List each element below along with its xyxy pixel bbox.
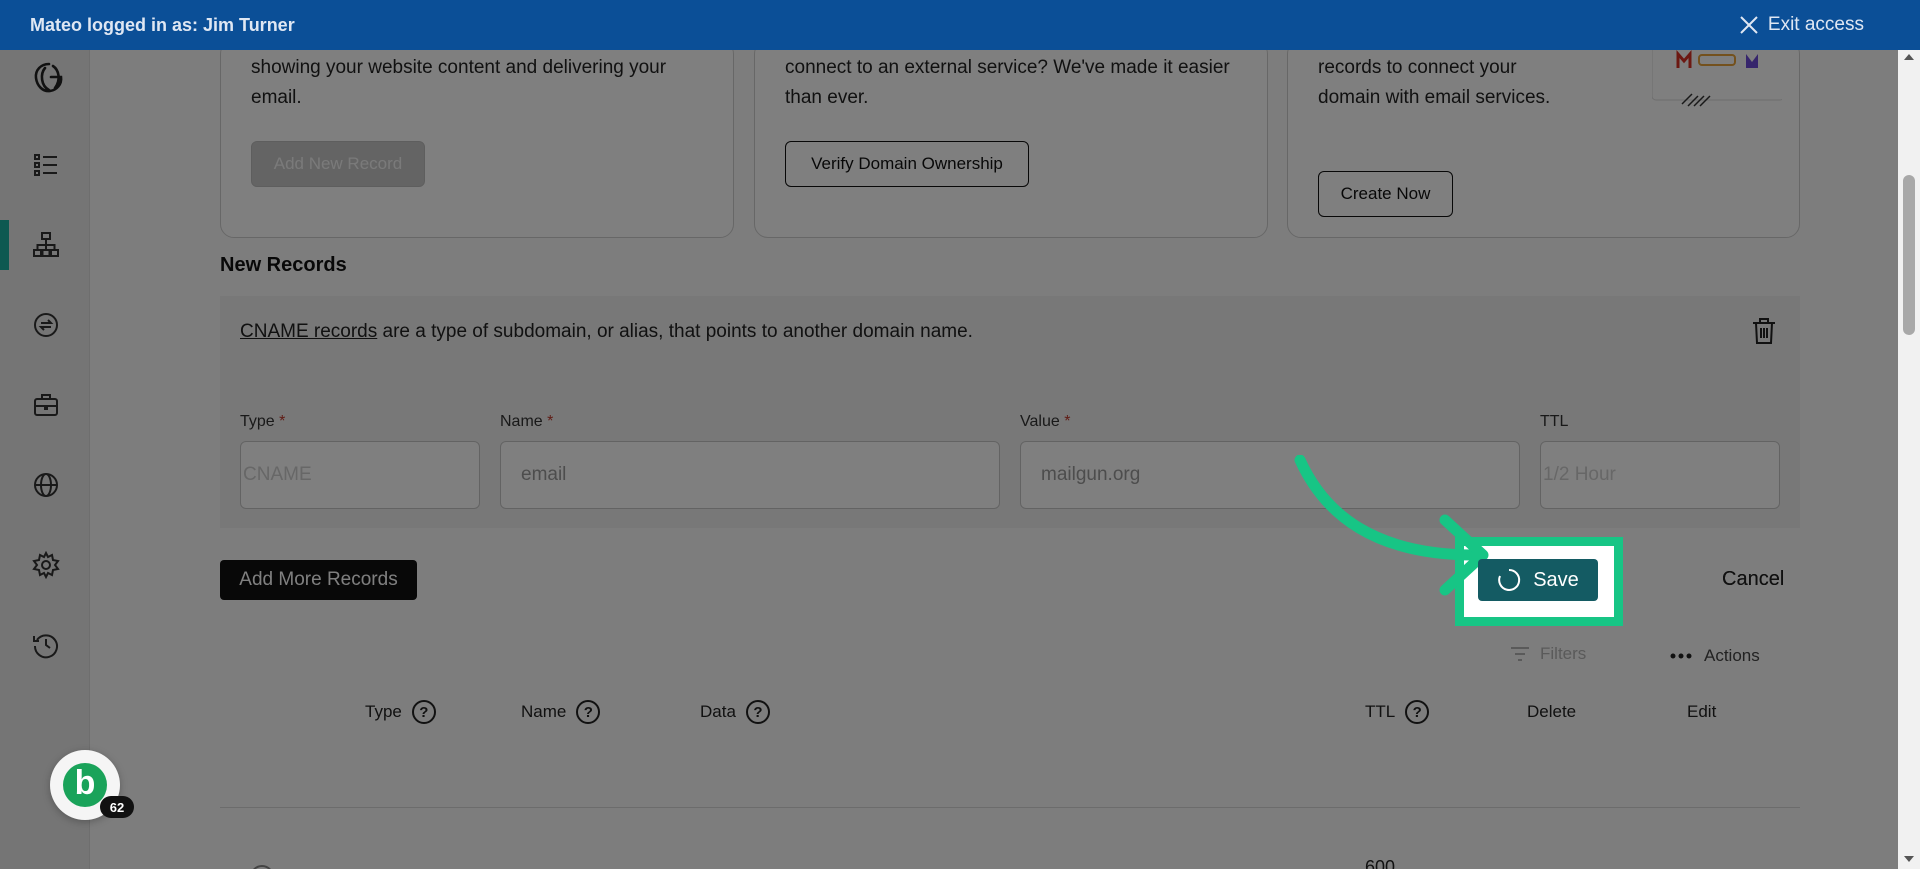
add-new-record-button[interactable]: Add New Record [251, 141, 425, 187]
nav-globe-icon[interactable] [31, 470, 61, 500]
column-name: Name? [521, 700, 601, 724]
add-record-card: showing your website content and deliver… [220, 40, 734, 238]
filter-icon [1511, 647, 1529, 661]
trash-icon[interactable] [1750, 316, 1778, 346]
column-type: Type? [365, 700, 436, 724]
record-description-text: are a type of subdomain, or alias, that … [377, 321, 973, 342]
verify-domain-ownership-button[interactable]: Verify Domain Ownership [785, 141, 1029, 187]
nav-active-indicator [0, 220, 9, 270]
scroll-thumb[interactable] [1903, 175, 1915, 335]
new-records-heading: New Records [220, 254, 347, 276]
impersonation-banner: Mateo logged in as: Jim Turner Exit acce… [0, 0, 1920, 50]
chat-bubble-letter: b [63, 763, 107, 807]
save-button[interactable]: Save [1478, 559, 1598, 601]
help-icon[interactable]: ? [745, 700, 770, 724]
logged-in-as-text: Mateo logged in as: Jim Turner [30, 14, 295, 35]
actions-menu-button[interactable]: Actions [1670, 646, 1760, 666]
email-providers-illustration [1652, 40, 1782, 107]
page-scrollbar[interactable] [1898, 50, 1920, 869]
verify-domain-card: connect to an external service? We've ma… [754, 40, 1268, 238]
card-description: records to connect your domain with emai… [1318, 57, 1551, 108]
filters-label: Filters [1540, 644, 1587, 663]
column-data: Data? [700, 700, 770, 724]
save-label: Save [1533, 568, 1579, 591]
nav-settings-gear-icon[interactable] [31, 550, 61, 580]
type-label: Type * [240, 413, 286, 430]
column-delete: Delete [1527, 702, 1577, 721]
scroll-up-arrow-icon[interactable] [1904, 54, 1914, 60]
nav-history-icon[interactable] [31, 630, 61, 660]
table-divider [220, 807, 1800, 808]
type-select[interactable]: CNAME [240, 441, 480, 509]
ttl-select[interactable]: 1/2 Hour [1540, 441, 1780, 509]
add-more-records-button[interactable]: Add More Records [220, 560, 417, 600]
column-edit: Edit [1687, 702, 1717, 721]
column-ttl: TTL? [1365, 700, 1430, 724]
godaddy-logo-icon[interactable] [31, 60, 67, 96]
cancel-button-highlighted[interactable]: Cancel [1722, 568, 1784, 591]
nav-transfer-icon[interactable] [31, 310, 61, 340]
row-select-radio[interactable] [250, 865, 274, 869]
exit-access-label: Exit access [1767, 14, 1864, 35]
card-description: connect to an external service? We've ma… [785, 57, 1230, 108]
help-icon[interactable]: ? [1405, 700, 1430, 724]
value-label: Value * [1020, 413, 1071, 430]
exit-access-button[interactable]: Exit access [1738, 14, 1864, 36]
cname-records-link[interactable]: CNAME records [240, 321, 377, 342]
side-navigation [0, 50, 90, 869]
record-description: CNAME records are a type of subdomain, o… [240, 321, 973, 343]
close-icon [1740, 16, 1758, 34]
ttl-label: TTL [1540, 413, 1569, 430]
name-input[interactable]: email [500, 441, 1000, 509]
new-record-panel: CNAME records are a type of subdomain, o… [220, 296, 1800, 528]
scroll-down-arrow-icon[interactable] [1904, 856, 1914, 862]
help-icon[interactable]: ? [411, 700, 436, 724]
actions-label: Actions [1704, 646, 1760, 665]
loading-spinner-icon [1498, 568, 1521, 591]
nav-list-icon[interactable] [31, 150, 61, 180]
nav-dns-icon[interactable] [31, 230, 61, 260]
more-dots-icon [1670, 653, 1692, 659]
dns-main-content: showing your website content and deliver… [90, 40, 1898, 869]
card-description: showing your website content and deliver… [251, 57, 667, 108]
filters-button[interactable]: Filters [1510, 644, 1586, 664]
notification-count-badge: 62 [100, 796, 134, 818]
create-now-button[interactable]: Create Now [1318, 171, 1453, 217]
help-icon[interactable]: ? [576, 700, 601, 724]
name-label: Name * [500, 413, 554, 430]
nav-briefcase-icon[interactable] [31, 390, 61, 420]
row-ttl-value: 600 [1365, 857, 1396, 869]
